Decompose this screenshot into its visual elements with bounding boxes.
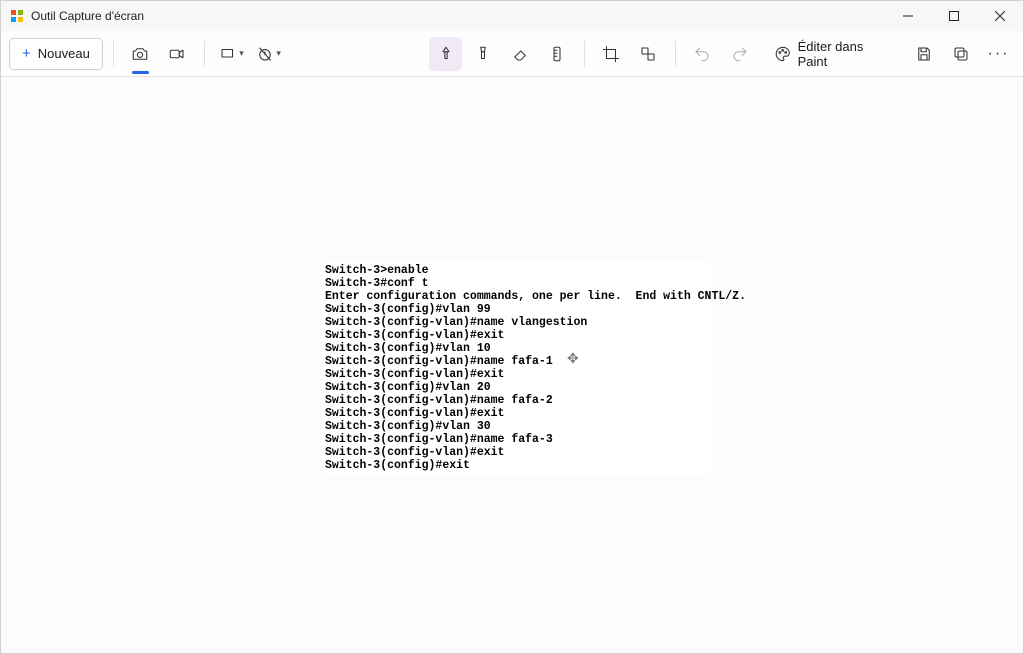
toolbar: + Nouveau ▾ ▾: [1, 31, 1023, 77]
ruler-button[interactable]: [541, 37, 574, 71]
camera-mode-button[interactable]: [124, 37, 157, 71]
titlebar: Outil Capture d'écran: [1, 1, 1023, 31]
shape-mode-button[interactable]: ▾: [215, 37, 248, 71]
camera-icon: [131, 45, 149, 63]
close-button[interactable]: [977, 1, 1023, 31]
window-controls: [885, 1, 1023, 31]
minimize-button[interactable]: [885, 1, 931, 31]
more-icon: ···: [988, 45, 1010, 63]
video-icon: [168, 45, 186, 63]
delay-button[interactable]: ▾: [252, 37, 285, 71]
edit-in-paint-button[interactable]: Éditer dans Paint: [764, 38, 904, 70]
highlighter-button[interactable]: [466, 37, 499, 71]
video-mode-button[interactable]: [161, 37, 194, 71]
crop-button[interactable]: [595, 37, 628, 71]
new-button[interactable]: + Nouveau: [9, 38, 103, 70]
resize-icon: [639, 45, 657, 63]
pen-red-button[interactable]: [429, 37, 462, 71]
eraser-icon: [511, 45, 529, 63]
pen-red-icon: [437, 45, 455, 63]
plus-icon: +: [22, 45, 31, 62]
undo-icon: [693, 45, 711, 63]
redo-icon: [731, 45, 749, 63]
separator: [204, 41, 205, 67]
captured-terminal[interactable]: Switch-3>enable Switch-3#conf t Enter co…: [321, 262, 711, 474]
undo-button[interactable]: [686, 37, 719, 71]
copy-icon: [952, 45, 970, 63]
timer-off-icon: [256, 45, 274, 63]
save-icon: [915, 45, 933, 63]
chevron-down-icon: ▾: [239, 48, 244, 59]
more-button[interactable]: ···: [982, 37, 1015, 71]
highlighter-icon: [474, 45, 492, 63]
chevron-down-icon: ▾: [276, 48, 281, 59]
resize-button[interactable]: [632, 37, 665, 71]
canvas-area[interactable]: Switch-3>enable Switch-3#conf t Enter co…: [1, 77, 1023, 653]
rectangle-icon: [219, 45, 237, 63]
app-icon: [9, 8, 25, 24]
eraser-button[interactable]: [504, 37, 537, 71]
crop-icon: [602, 45, 620, 63]
app-window: Outil Capture d'écran + Nouveau ▾ ▾: [0, 0, 1024, 654]
save-button[interactable]: [908, 37, 941, 71]
app-title: Outil Capture d'écran: [31, 9, 885, 23]
redo-button[interactable]: [723, 37, 756, 71]
separator: [675, 41, 676, 67]
copy-button[interactable]: [945, 37, 978, 71]
ruler-icon: [548, 45, 566, 63]
new-button-label: Nouveau: [38, 46, 90, 61]
maximize-button[interactable]: [931, 1, 977, 31]
separator: [113, 41, 114, 67]
separator: [584, 41, 585, 67]
edit-in-paint-label: Éditer dans Paint: [798, 39, 894, 69]
palette-icon: [774, 45, 792, 63]
